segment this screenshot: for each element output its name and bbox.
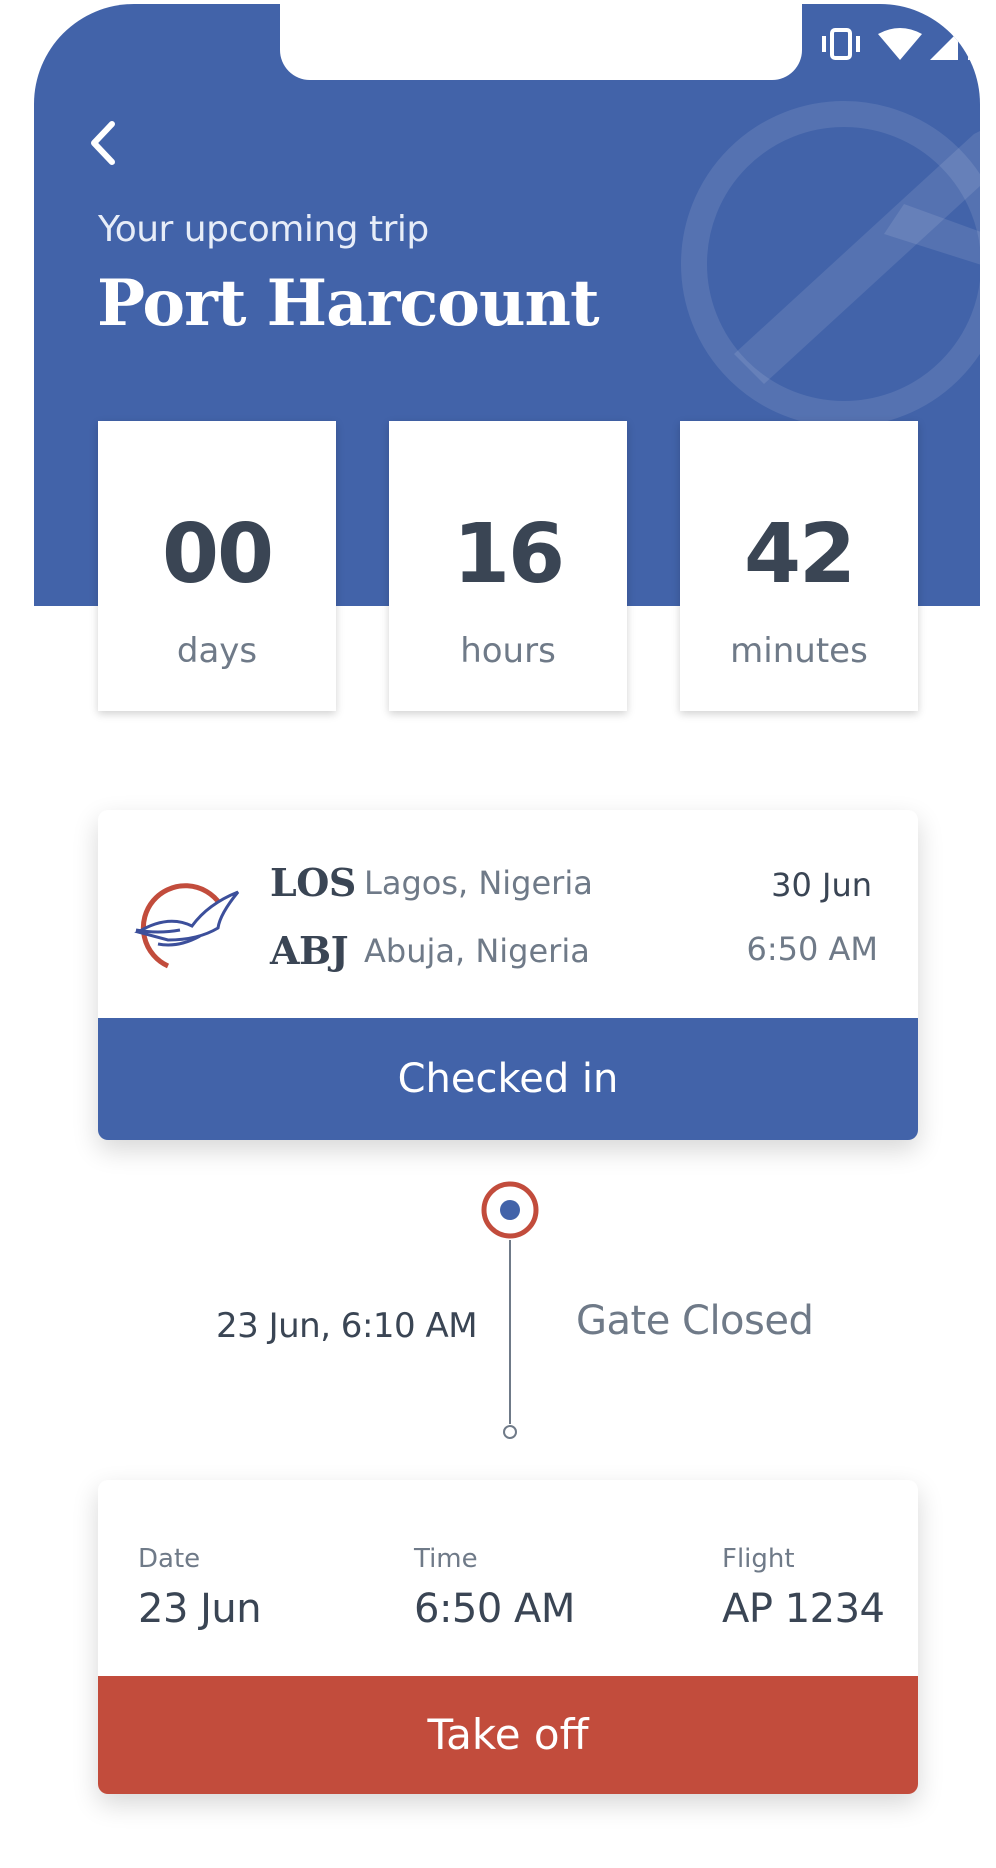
days-value: 00 (161, 507, 274, 602)
vibrate-icon (822, 28, 860, 60)
date-value: 23 Jun (138, 1586, 262, 1632)
wifi-icon (878, 28, 922, 60)
departure-date: 30 Jun (771, 866, 872, 904)
flight-details-card[interactable]: Date 23 Jun Time 6:50 AM Flight AP 1234 … (98, 1480, 918, 1794)
trip-subtitle: Your upcoming trip (98, 209, 429, 250)
hours-value: 16 (452, 507, 565, 602)
event-timestamp: 23 Jun, 6:10 AM (216, 1306, 478, 1346)
hours-label: hours (460, 631, 556, 671)
back-chevron-icon[interactable] (84, 118, 120, 168)
minutes-value: 42 (743, 507, 856, 602)
days-label: days (176, 631, 258, 671)
signal-icon (930, 32, 958, 60)
airplane-watermark-icon (681, 101, 980, 427)
time-label: Time (414, 1544, 478, 1574)
battery-icon (968, 30, 980, 60)
departure-time: 6:50 AM (746, 930, 878, 968)
airline-logo-icon (134, 883, 240, 969)
origin-code: LOS (270, 860, 356, 905)
status-bar (818, 24, 980, 64)
countdown-minutes: 42 minutes (680, 421, 918, 711)
destination-title: Port Harcount (97, 266, 600, 341)
destination-city: Abuja, Nigeria (364, 932, 590, 970)
origin-city: Lagos, Nigeria (364, 864, 593, 902)
destination-code: ABJ (270, 928, 349, 973)
countdown-days: 00 days (98, 421, 336, 711)
take-off-button[interactable]: Take off (98, 1676, 918, 1794)
phone-notch (280, 4, 802, 80)
minutes-label: minutes (730, 631, 868, 671)
flight-label: Flight (722, 1544, 795, 1574)
timeline-connector (509, 1240, 511, 1424)
checked-in-button[interactable]: Checked in (98, 1018, 918, 1140)
time-value: 6:50 AM (414, 1586, 575, 1632)
date-label: Date (138, 1544, 201, 1574)
timeline-next-marker-icon (503, 1425, 517, 1439)
flight-value: AP 1234 (722, 1586, 885, 1632)
event-status: Gate Closed (576, 1298, 814, 1344)
countdown-hours: 16 hours (389, 421, 627, 711)
route-card[interactable]: LOS Lagos, Nigeria ABJ Abuja, Nigeria 30… (98, 810, 918, 1140)
timeline-current-marker-icon (481, 1181, 539, 1239)
